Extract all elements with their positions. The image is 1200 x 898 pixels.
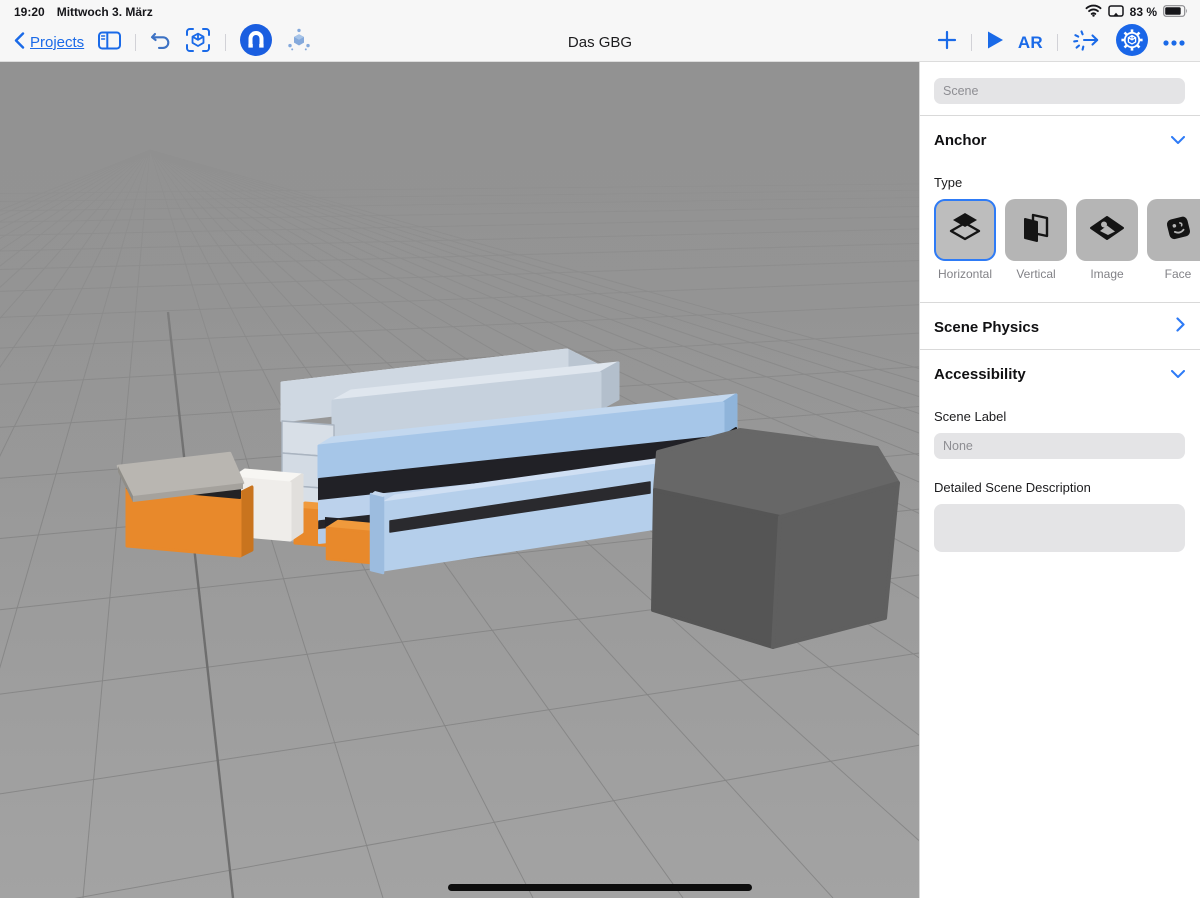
wifi-icon xyxy=(1085,4,1102,20)
sidebar-toggle-button[interactable] xyxy=(98,31,121,55)
back-button[interactable]: Projects xyxy=(14,32,84,53)
type-label-vertical: Vertical xyxy=(1005,267,1067,281)
status-date: Mittwoch 3. März xyxy=(57,5,153,19)
anchor-type-image[interactable] xyxy=(1076,199,1138,261)
accessibility-header[interactable]: Accessibility xyxy=(934,363,1185,385)
toolbar-divider xyxy=(135,34,136,51)
more-icon xyxy=(1162,34,1186,52)
inspector-panel: Scene Anchor Type xyxy=(919,62,1200,898)
scan-object-icon xyxy=(185,27,211,58)
ar-toggle-button[interactable]: AR xyxy=(1018,33,1043,53)
anchor-type-row xyxy=(934,199,1200,261)
type-label-image: Image xyxy=(1076,267,1138,281)
horizontal-anchor-icon xyxy=(947,211,983,250)
accessibility-title: Accessibility xyxy=(934,366,1026,383)
back-chevron-icon xyxy=(14,32,25,53)
scene-label-placeholder: None xyxy=(943,439,973,453)
anchor-type-labels: Horizontal Vertical Image Face xyxy=(934,267,1200,281)
chevron-down-icon xyxy=(1171,365,1185,383)
section-divider xyxy=(920,349,1200,350)
scene-name-placeholder: Scene xyxy=(943,84,978,98)
more-button[interactable] xyxy=(1162,34,1186,52)
toolbar-divider xyxy=(225,34,226,51)
anchor-title: Anchor xyxy=(934,132,987,149)
battery-percent: 83 % xyxy=(1130,5,1157,19)
scene-physics-header[interactable]: Scene Physics xyxy=(934,316,1185,338)
screen-mirroring-icon xyxy=(1108,5,1124,20)
type-label-horizontal: Horizontal xyxy=(934,267,996,281)
face-anchor-icon xyxy=(1163,212,1193,249)
scene-label-label: Scene Label xyxy=(934,409,1185,424)
scene-label-field[interactable]: None xyxy=(934,433,1185,459)
anchor-section-header[interactable]: Anchor xyxy=(934,129,1185,151)
ar-label: AR xyxy=(1018,33,1043,53)
properties-gear-icon xyxy=(1116,24,1148,61)
battery-icon xyxy=(1163,5,1188,20)
toolbar-divider xyxy=(971,34,972,51)
anchor-type-horizontal[interactable] xyxy=(934,199,996,261)
scene-physics-title: Scene Physics xyxy=(934,319,1039,336)
description-label: Detailed Scene Description xyxy=(934,480,1185,495)
chevron-right-icon xyxy=(1176,317,1185,337)
status-bar: 19:20 Mittwoch 3. März 83 % xyxy=(0,0,1200,24)
properties-toggle-button[interactable] xyxy=(1116,24,1148,61)
launch-rays-icon xyxy=(1072,28,1102,57)
orange-table-with-plate[interactable] xyxy=(118,453,252,556)
chevron-down-icon xyxy=(1171,131,1185,149)
magnet-snap-button[interactable] xyxy=(240,24,272,61)
play-icon xyxy=(986,30,1004,55)
scene-name-field[interactable]: Scene xyxy=(934,78,1185,104)
magnet-snap-icon xyxy=(240,24,272,61)
anchor-type-vertical[interactable] xyxy=(1005,199,1067,261)
description-textarea[interactable] xyxy=(934,504,1185,552)
play-button[interactable] xyxy=(986,30,1004,55)
toolbar-divider xyxy=(1057,34,1058,51)
ghost-cube-button[interactable] xyxy=(286,27,312,58)
status-time: 19:20 xyxy=(14,5,45,19)
section-divider xyxy=(920,302,1200,303)
add-icon xyxy=(937,30,957,55)
back-label: Projects xyxy=(30,34,84,51)
launch-button[interactable] xyxy=(1072,28,1102,57)
home-indicator[interactable] xyxy=(448,884,752,891)
add-object-button[interactable] xyxy=(937,30,957,55)
scene-viewport[interactable] xyxy=(0,62,919,898)
scan-object-button[interactable] xyxy=(185,27,211,58)
type-label: Type xyxy=(934,175,1185,190)
anchor-type-face[interactable] xyxy=(1147,199,1200,261)
vertical-anchor-icon xyxy=(1021,211,1051,250)
section-divider xyxy=(920,115,1200,116)
type-label-face: Face xyxy=(1147,267,1200,281)
undo-icon xyxy=(150,31,171,54)
ghost-cube-icon xyxy=(286,27,312,58)
sidebar-icon xyxy=(98,31,121,55)
toolbar: Projects Das G xyxy=(0,24,1200,62)
undo-button[interactable] xyxy=(150,31,171,54)
image-anchor-icon xyxy=(1088,215,1126,246)
gray-hexagonal-prism[interactable] xyxy=(653,430,898,647)
